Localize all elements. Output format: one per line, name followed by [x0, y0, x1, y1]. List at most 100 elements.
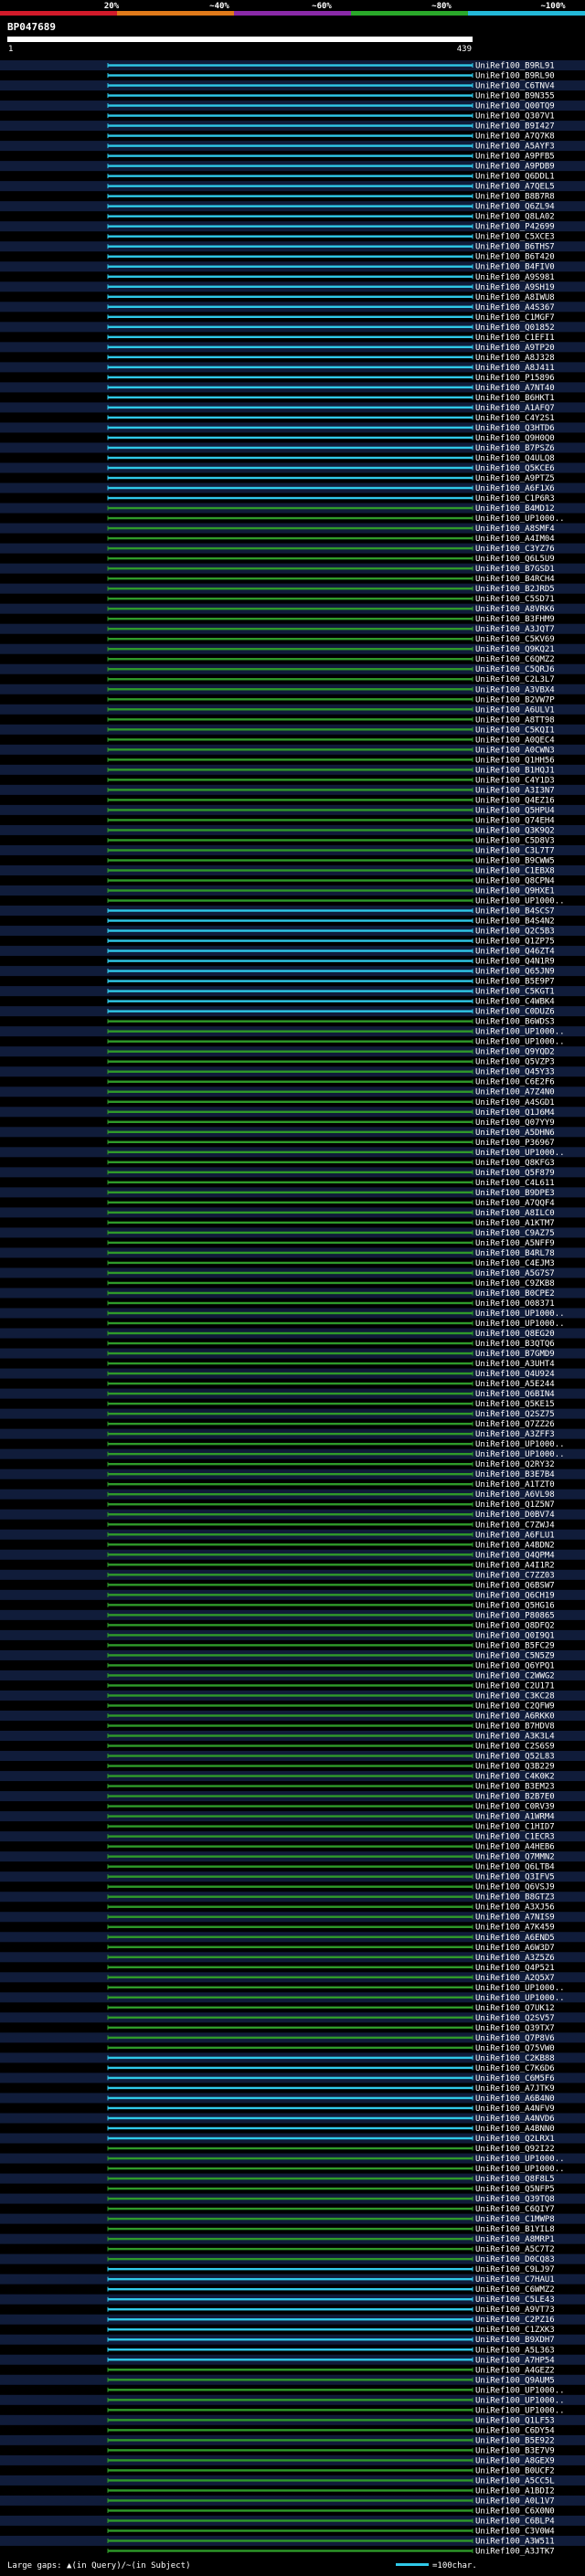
hit-label[interactable]: UniRef100_Q4QPM4: [475, 1551, 555, 1560]
hit-label[interactable]: UniRef100_A8ILC0: [475, 1209, 555, 1218]
hit-label[interactable]: UniRef100_A9PTZ5: [475, 474, 555, 483]
hit-label[interactable]: UniRef100_A7Q7K8: [475, 133, 555, 142]
hit-label[interactable]: UniRef100_A0CWN3: [475, 746, 555, 755]
hit-label[interactable]: UniRef100_Q1HH56: [475, 756, 555, 765]
hit-label[interactable]: UniRef100_Q74EH4: [475, 816, 555, 825]
hit-label[interactable]: UniRef100_Q00TQ9: [475, 102, 555, 111]
hit-label[interactable]: UniRef100_Q92I22: [475, 2145, 555, 2154]
hit-label[interactable]: UniRef100_A8MRP1: [475, 2235, 555, 2244]
hit-label[interactable]: UniRef100_UP1000..: [475, 1149, 565, 1158]
hit-label[interactable]: UniRef100_C3YZ76: [475, 545, 555, 554]
hit-label[interactable]: UniRef100_Q7P8V6: [475, 2034, 555, 2043]
hit-label[interactable]: UniRef100_C1ECR3: [475, 1833, 555, 1842]
hit-label[interactable]: UniRef100_UP1000..: [475, 1994, 565, 2003]
hit-label[interactable]: UniRef100_Q5HG16: [475, 1601, 555, 1610]
hit-label[interactable]: UniRef100_Q07YY9: [475, 1118, 555, 1128]
hit-label[interactable]: UniRef100_B3E7B4: [475, 1470, 555, 1479]
hit-label[interactable]: UniRef100_B1YIL8: [475, 2225, 555, 2234]
hit-label[interactable]: UniRef100_C7HAU1: [475, 2275, 555, 2284]
hit-label[interactable]: UniRef100_UP1000..: [475, 1450, 565, 1459]
hit-label[interactable]: UniRef100_C5SD71: [475, 595, 555, 604]
hit-label[interactable]: UniRef100_P80865: [475, 1611, 555, 1620]
hit-label[interactable]: UniRef100_Q7MMN2: [475, 1853, 555, 1862]
hit-label[interactable]: UniRef100_B5E922: [475, 2436, 555, 2445]
hit-label[interactable]: UniRef100_B6HKT1: [475, 394, 555, 403]
hit-label[interactable]: UniRef100_Q0I9Q1: [475, 1631, 555, 1640]
hit-label[interactable]: UniRef100_UP1000..: [475, 2165, 565, 2174]
hit-label[interactable]: UniRef100_C2S6S9: [475, 1743, 555, 1752]
hit-label[interactable]: UniRef100_Q3HTD6: [475, 424, 555, 433]
hit-label[interactable]: UniRef100_A5G7S7: [475, 1269, 555, 1278]
hit-label[interactable]: UniRef100_C7ZZ03: [475, 1571, 555, 1580]
hit-label[interactable]: UniRef100_C1ZXK3: [475, 2326, 555, 2335]
hit-label[interactable]: UniRef100_A7QEL5: [475, 183, 555, 192]
hit-label[interactable]: UniRef100_C0DUZ6: [475, 1008, 555, 1017]
hit-label[interactable]: UniRef100_C4EJM3: [475, 1259, 555, 1268]
hit-label[interactable]: UniRef100_B8GTZ3: [475, 1893, 555, 1903]
hit-label[interactable]: UniRef100_A4IM04: [475, 535, 555, 544]
hit-label[interactable]: UniRef100_A3VBX4: [475, 685, 555, 694]
hit-label[interactable]: UniRef100_C7ZWJ4: [475, 1521, 555, 1530]
hit-label[interactable]: UniRef100_UP1000..: [475, 1440, 565, 1449]
hit-label[interactable]: UniRef100_Q46ZT4: [475, 948, 555, 957]
hit-label[interactable]: UniRef100_Q52L83: [475, 1753, 555, 1762]
hit-label[interactable]: UniRef100_A3K3L4: [475, 1733, 555, 1742]
hit-label[interactable]: UniRef100_C2L3L7: [475, 675, 555, 684]
hit-label[interactable]: UniRef100_Q1LF53: [475, 2416, 555, 2425]
hit-label[interactable]: UniRef100_C2U171: [475, 1681, 555, 1691]
hit-label[interactable]: UniRef100_Q9AUM5: [475, 2376, 555, 2385]
hit-label[interactable]: UniRef100_Q5VZP3: [475, 1058, 555, 1067]
hit-label[interactable]: UniRef100_B1HQJ1: [475, 766, 555, 775]
hit-label[interactable]: UniRef100_Q2SZ75: [475, 1410, 555, 1419]
hit-label[interactable]: UniRef100_B9RL90: [475, 72, 555, 81]
hit-label[interactable]: UniRef100_C6TNV4: [475, 82, 555, 91]
hit-label[interactable]: UniRef100_A6END5: [475, 1934, 555, 1943]
hit-label[interactable]: UniRef100_UP1000..: [475, 1028, 565, 1037]
hit-label[interactable]: UniRef100_C5QRJ6: [475, 665, 555, 674]
hit-label[interactable]: UniRef100_B9XDH7: [475, 2336, 555, 2345]
hit-label[interactable]: UniRef100_A6B4N0: [475, 2094, 555, 2104]
hit-label[interactable]: UniRef100_P15896: [475, 374, 555, 383]
hit-label[interactable]: UniRef100_A9VT73: [475, 2306, 555, 2315]
hit-label[interactable]: UniRef100_B2JRD5: [475, 585, 555, 594]
hit-label[interactable]: UniRef100_A1BDI2: [475, 2486, 555, 2496]
hit-label[interactable]: UniRef100_C7K6D6: [475, 2064, 555, 2073]
hit-label[interactable]: UniRef100_A8J411: [475, 364, 555, 373]
hit-label[interactable]: UniRef100_B7GSD1: [475, 565, 555, 574]
hit-label[interactable]: UniRef100_C6WMZ2: [475, 2285, 555, 2295]
hit-label[interactable]: UniRef100_Q6ZL94: [475, 203, 555, 212]
hit-label[interactable]: UniRef100_Q8DFQ2: [475, 1621, 555, 1630]
hit-label[interactable]: UniRef100_B4RCH4: [475, 575, 555, 584]
hit-label[interactable]: UniRef100_C4L611: [475, 1179, 555, 1188]
hit-label[interactable]: UniRef100_Q01852: [475, 323, 555, 333]
hit-label[interactable]: UniRef100_B4FIV0: [475, 263, 555, 272]
hit-label[interactable]: UniRef100_C9LJ97: [475, 2265, 555, 2274]
hit-label[interactable]: UniRef100_A0QEC4: [475, 736, 555, 745]
hit-label[interactable]: UniRef100_A7K459: [475, 1924, 555, 1933]
hit-label[interactable]: UniRef100_C1MWP8: [475, 2215, 555, 2224]
hit-label[interactable]: UniRef100_UP1000..: [475, 1038, 565, 1047]
hit-label[interactable]: UniRef100_A7NT40: [475, 384, 555, 393]
hit-label[interactable]: UniRef100_Q4U924: [475, 1370, 555, 1379]
hit-label[interactable]: UniRef100_B3E7V9: [475, 2446, 555, 2455]
hit-label[interactable]: UniRef100_A1TZT0: [475, 1480, 555, 1489]
hit-label[interactable]: UniRef100_UP1000..: [475, 1984, 565, 1993]
hit-label[interactable]: UniRef100_A5C7T2: [475, 2245, 555, 2254]
hit-label[interactable]: UniRef100_Q7ZZ26: [475, 1420, 555, 1429]
hit-label[interactable]: UniRef100_A1WRM4: [475, 1813, 555, 1822]
hit-label[interactable]: UniRef100_B8B7R8: [475, 193, 555, 202]
hit-label[interactable]: UniRef100_Q9KQ21: [475, 645, 555, 654]
hit-label[interactable]: UniRef100_C6E2F6: [475, 1078, 555, 1087]
hit-label[interactable]: UniRef100_C6M5F6: [475, 2074, 555, 2083]
hit-label[interactable]: UniRef100_Q1J6M4: [475, 1108, 555, 1118]
hit-label[interactable]: UniRef100_Q5NFP5: [475, 2185, 555, 2194]
hit-label[interactable]: UniRef100_UP1000..: [475, 2396, 565, 2405]
hit-label[interactable]: UniRef100_A4HEB6: [475, 1843, 555, 1852]
hit-label[interactable]: UniRef100_C6X0N0: [475, 2507, 555, 2516]
hit-label[interactable]: UniRef100_C3V0W4: [475, 2527, 555, 2536]
hit-label[interactable]: UniRef100_A3Z5Z6: [475, 1954, 555, 1963]
hit-label[interactable]: UniRef100_A1AFQ7: [475, 404, 555, 413]
hit-label[interactable]: UniRef100_B4SCS7: [475, 907, 555, 917]
hit-label[interactable]: UniRef100_C5N5Z9: [475, 1651, 555, 1660]
hit-label[interactable]: UniRef100_B6T420: [475, 253, 555, 262]
